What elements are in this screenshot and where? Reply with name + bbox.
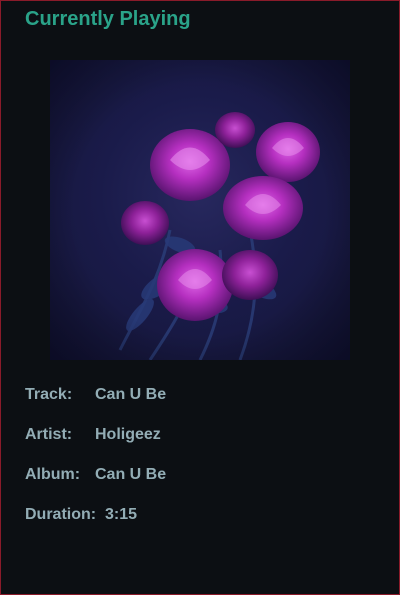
album-art-image bbox=[50, 60, 350, 360]
rose-bouquet-artwork bbox=[50, 60, 350, 360]
duration-row: Duration: 3:15 bbox=[25, 505, 137, 525]
artist-row: Artist: Holigeez bbox=[25, 425, 161, 445]
duration-label: Duration: bbox=[25, 506, 97, 523]
duration-value: 3:15 bbox=[105, 506, 138, 523]
artist-value: Holigeez bbox=[95, 426, 161, 443]
artist-label: Artist: bbox=[25, 426, 73, 443]
track-row: Track: Can U Be bbox=[25, 385, 166, 405]
track-label: Track: bbox=[25, 386, 73, 403]
album-row: Album: Can U Be bbox=[25, 465, 166, 485]
track-value: Can U Be bbox=[95, 386, 167, 403]
page-title: Currently Playing bbox=[25, 8, 191, 30]
album-label: Album: bbox=[25, 466, 81, 483]
album-value: Can U Be bbox=[95, 466, 167, 483]
now-playing-panel: Currently Playing Track: Can U Be Artist… bbox=[0, 0, 400, 595]
